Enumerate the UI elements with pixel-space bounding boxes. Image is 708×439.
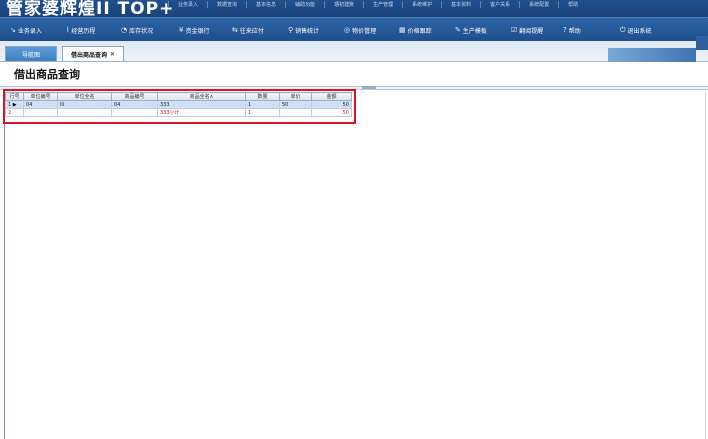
top-menu-item[interactable]: 数据查询 <box>207 1 246 8</box>
exchange-icon: ⇆ <box>232 26 238 34</box>
cell-qty: 1 <box>245 100 280 109</box>
nav-label: 资金银行 <box>185 27 210 35</box>
nav-production[interactable]: ✎ 生产模板 <box>455 24 487 36</box>
col-header-price[interactable]: 单价 <box>279 92 312 101</box>
nav-label: 生产模板 <box>462 27 487 35</box>
col-header-product-name[interactable]: 商品全名∧ <box>157 92 246 101</box>
cell-product-code: 04 <box>111 100 158 109</box>
nav-business-entry[interactable]: ↘ 业务录入 <box>10 24 42 36</box>
cell-unit-name: lll <box>57 100 112 109</box>
cell-row-no: 2 <box>5 108 24 117</box>
nav-label: 帮助 <box>568 27 581 35</box>
top-menu-item[interactable]: 辅助功能 <box>285 1 324 8</box>
top-menu-item[interactable]: 生产管理 <box>363 1 402 8</box>
top-menu-item[interactable]: 客户关系 <box>480 1 519 8</box>
grid-icon: ▦ <box>399 26 406 34</box>
app-logo: 管家婆辉煌II TOP+ <box>6 0 175 17</box>
banner-panel <box>608 48 696 62</box>
yen-icon: ¥ <box>179 26 184 34</box>
col-header-unit-code[interactable]: 单位编号 <box>23 92 58 101</box>
main-toolbar: ↘ 业务录入 ⌇ 经营历程 ◔ 库存状况 ¥ 资金银行 ⇆ 往来应付 ⚲ 销售统计 ◎ 物价管… <box>0 17 708 41</box>
title-area: 借出商品查询 <box>0 62 708 86</box>
top-bar: 管家婆辉煌II TOP+ 业务录入 数据查询 基本信息 辅助功能 期初建账 生产… <box>0 0 708 17</box>
row-pointer-icon: ▶ <box>12 101 17 108</box>
tab-borrowed-goods-query[interactable]: 借出商品查询 ✕ <box>62 46 124 61</box>
target-icon: ◎ <box>344 26 351 34</box>
help-icon: ? <box>563 26 567 34</box>
cell-price: 50 <box>279 100 312 109</box>
tab-label: 借出商品查询 <box>70 51 107 59</box>
top-menu-item[interactable]: 业务录入 <box>168 1 207 8</box>
nav-label: 销售统计 <box>295 27 320 35</box>
close-icon[interactable]: ✕ <box>110 51 115 58</box>
top-menu-item[interactable]: 期初建账 <box>324 1 363 8</box>
cell-product-code <box>111 108 158 117</box>
nav-reminder[interactable]: ☑ 翻阅提醒 <box>511 24 543 36</box>
data-grid: 行号 单位编号 单位全名 商品编号 商品全名∧ 数量 单价 金额 1 ▶ 04 … <box>4 92 706 439</box>
col-header-amount[interactable]: 金额 <box>311 92 352 101</box>
nav-price-mgmt[interactable]: ◎ 物价管理 <box>344 24 376 36</box>
nav-payables[interactable]: ⇆ 往来应付 <box>232 24 264 36</box>
chart-icon: ⌇ <box>66 26 70 34</box>
nav-help[interactable]: ? 帮助 <box>563 24 581 36</box>
pencil-icon: ✎ <box>455 26 461 34</box>
top-menu-item[interactable]: 基本信息 <box>246 1 285 8</box>
nav-stock[interactable]: ◔ 库存状况 <box>121 24 153 36</box>
tab-navigation[interactable]: 导航图 <box>5 46 57 61</box>
results-table: 行号 单位编号 单位全名 商品编号 商品全名∧ 数量 单价 金额 1 ▶ 04 … <box>5 92 352 117</box>
search-icon: ⚲ <box>288 26 294 34</box>
cell-unit-code <box>23 108 58 117</box>
checkbox-icon: ☑ <box>511 26 518 34</box>
cell-product-name: 333 <box>157 100 246 109</box>
top-menu-item[interactable]: 帮助 <box>558 1 587 8</box>
nav-sales-stats[interactable]: ⚲ 销售统计 <box>288 24 319 36</box>
nav-label: 业务录入 <box>17 27 42 35</box>
cell-amount: 50 <box>311 108 352 117</box>
col-header-product-code[interactable]: 商品编号 <box>111 92 158 101</box>
nav-label: 往来应付 <box>239 27 264 35</box>
nav-label: 价格跟踪 <box>407 27 432 35</box>
nav-label: 经营历程 <box>71 27 96 35</box>
power-icon: ⏻ <box>620 25 626 34</box>
nav-label: 库存状况 <box>129 27 154 35</box>
top-menu-item[interactable]: 系统配置 <box>519 1 558 8</box>
stock-icon: ◔ <box>121 26 128 34</box>
cell-price <box>279 108 312 117</box>
col-header-qty[interactable]: 数量 <box>245 92 280 101</box>
nav-history[interactable]: ⌇ 经营历程 <box>66 24 95 36</box>
top-menu-item[interactable]: 基本资料 <box>441 1 480 8</box>
tab-label: 导航图 <box>21 51 40 59</box>
page-title: 借出商品查询 <box>14 68 80 81</box>
nav-label: 翻阅提醒 <box>519 27 544 35</box>
nav-price-track[interactable]: ▦ 价格跟踪 <box>399 24 432 36</box>
splitter-grip[interactable] <box>362 86 376 89</box>
cell-unit-code: 04 <box>23 100 58 109</box>
col-header-row-no[interactable]: 行号 <box>5 92 24 101</box>
cell-amount: 50 <box>311 100 352 109</box>
col-header-unit-name[interactable]: 单位全名 <box>57 92 112 101</box>
top-menu: 业务录入 数据查询 基本信息 辅助功能 期初建账 生产管理 系统维护 基本资料 … <box>168 1 587 8</box>
cell-row-no: 1 ▶ <box>5 100 24 109</box>
row-number: 1 <box>8 101 12 108</box>
top-menu-item[interactable]: 系统维护 <box>402 1 441 8</box>
side-collapse-toggle[interactable] <box>696 36 708 50</box>
nav-bank[interactable]: ¥ 资金银行 <box>179 24 209 36</box>
cell-product-name: 333小计 <box>157 108 246 117</box>
splitter[interactable] <box>0 86 708 90</box>
tab-bar: 导航图 借出商品查询 ✕ <box>0 41 708 62</box>
table-header-row: 行号 单位编号 单位全名 商品编号 商品全名∧ 数量 单价 金额 <box>5 92 352 101</box>
nav-label: 退出系统 <box>627 27 652 35</box>
nav-label: 物价管理 <box>352 27 377 35</box>
cell-unit-name <box>57 108 112 117</box>
cell-qty: 1 <box>245 108 280 117</box>
nav-exit[interactable]: ⏻ 退出系统 <box>620 24 652 36</box>
table-row[interactable]: 2 333小计 1 50 <box>5 108 352 117</box>
entry-icon: ↘ <box>10 26 16 34</box>
table-row[interactable]: 1 ▶ 04 lll 04 333 1 50 50 <box>5 100 352 109</box>
